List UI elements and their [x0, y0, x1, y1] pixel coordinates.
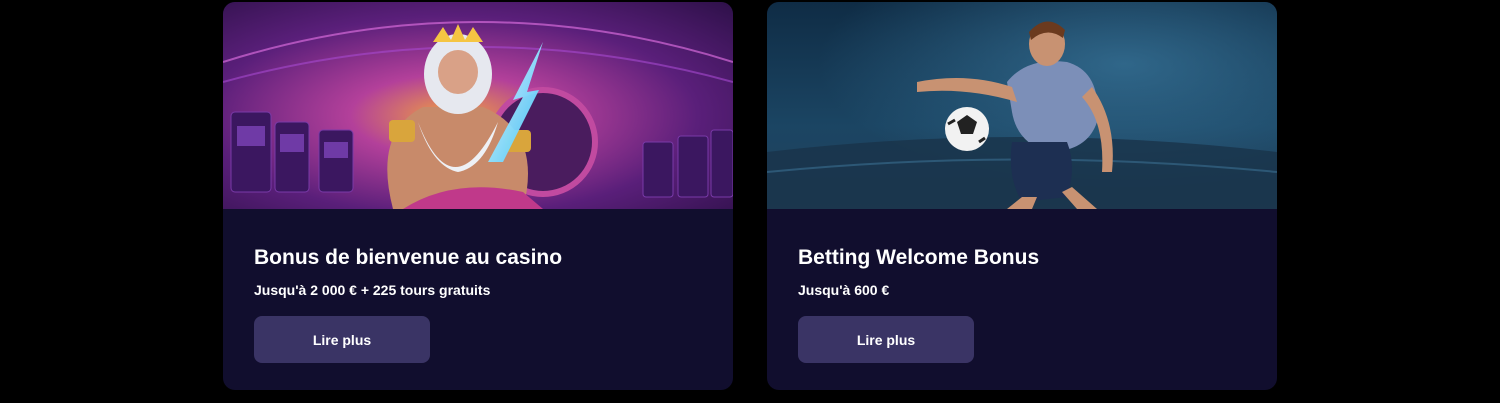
card-subtitle: Jusqu'à 2 000 € + 225 tours gratuits [254, 282, 491, 298]
card-title: Bonus de bienvenue au casino [254, 246, 563, 269]
read-more-button[interactable]: Lire plus [798, 316, 974, 363]
football-hero-image [767, 2, 1277, 209]
betting-bonus-card[interactable]: Betting Welcome Bonus Jusqu'à 600 € Lire… [767, 2, 1277, 390]
card-title: Betting Welcome Bonus [798, 246, 1040, 269]
read-more-button[interactable]: Lire plus [254, 316, 430, 363]
promo-cards: Bonus de bienvenue au casino Jusqu'à 2 0… [223, 2, 1277, 390]
casino-bonus-card[interactable]: Bonus de bienvenue au casino Jusqu'à 2 0… [223, 2, 733, 390]
casino-hero-image [223, 2, 733, 209]
card-subtitle: Jusqu'à 600 € [798, 282, 890, 298]
